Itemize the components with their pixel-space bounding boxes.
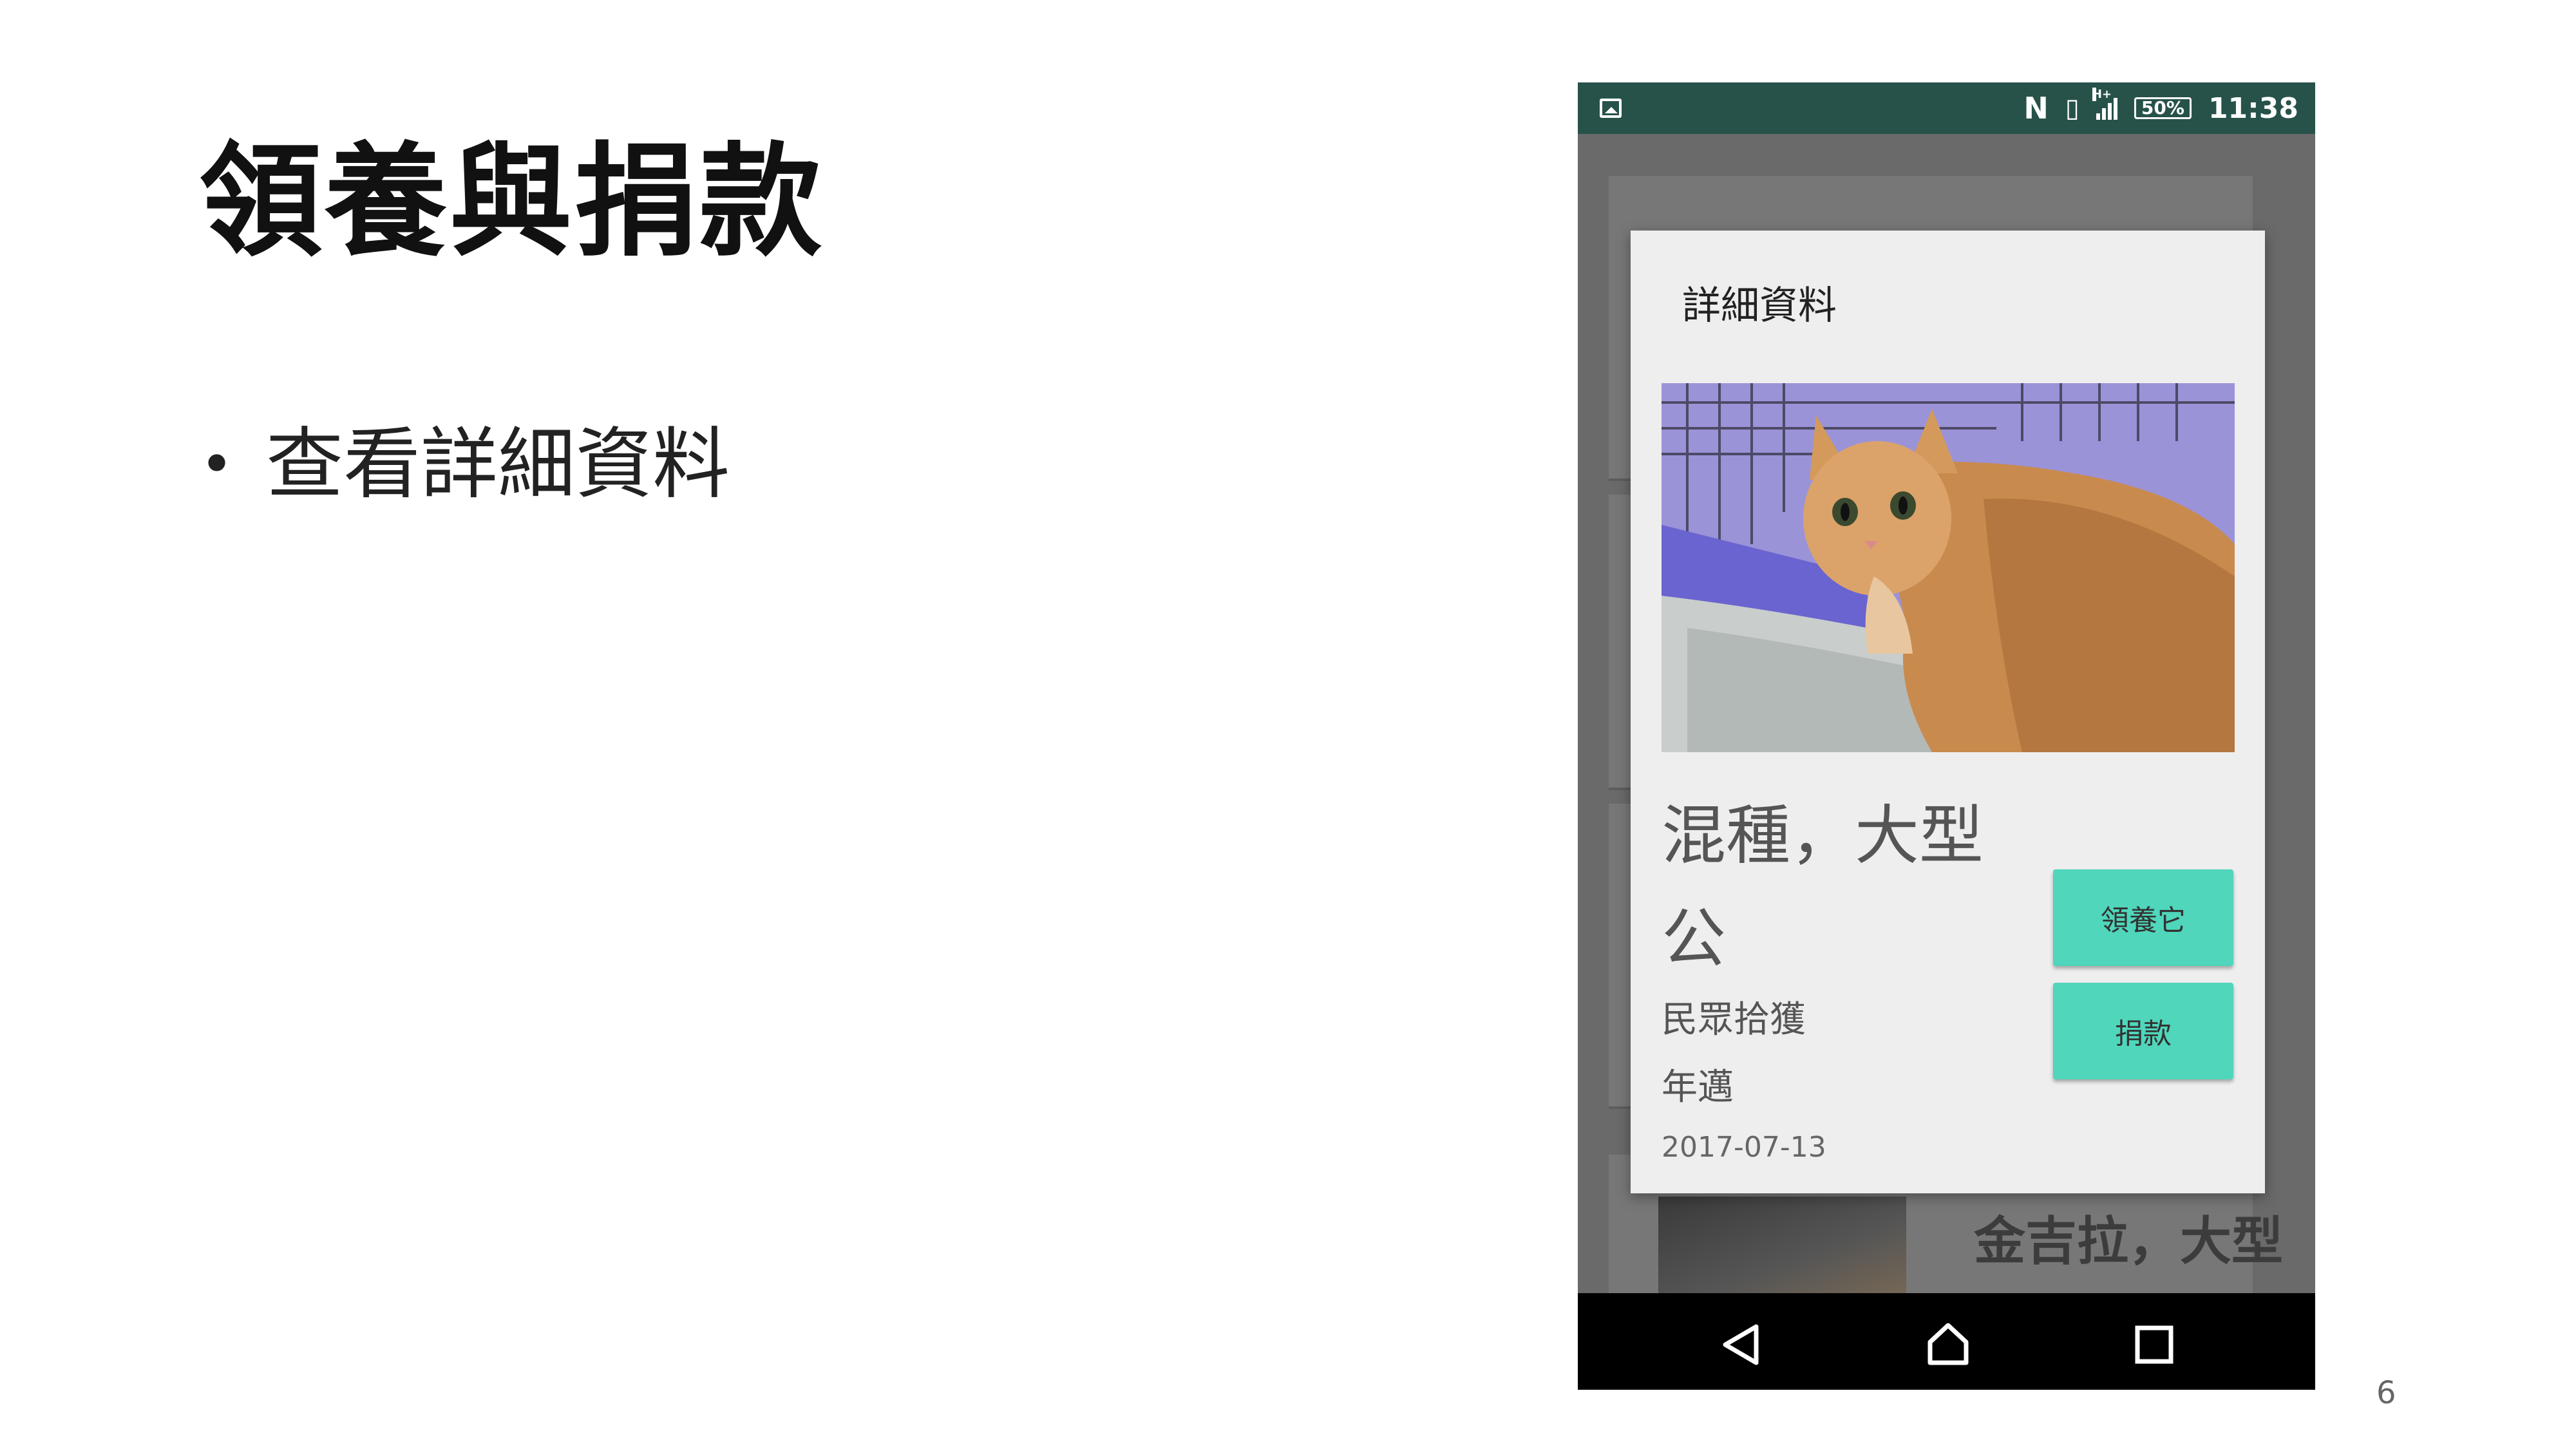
pet-name: 混種，大型 公 [1662,784,2048,990]
signal-icon: H+ [2092,88,2117,120]
bullet-item: • 查看詳細資料 [200,419,730,511]
dialog-title: 詳細資料 [1682,283,1837,328]
phone-screen: N ▯ H+ 50% 11:38 金吉拉，大型 詳細資料 混種，大型 公 領養它… [1578,82,2315,1390]
recent-apps-icon[interactable] [2128,1319,2180,1370]
pet-age: 年邁 [1662,1066,1734,1108]
status-bar: N ▯ H+ 50% 11:38 [1578,82,2315,134]
gallery-icon [1600,99,1622,118]
page-number: 6 [2376,1375,2396,1411]
network-type: H+ [2092,88,2112,101]
pet-photo [1662,383,2235,752]
bullet-text: 查看詳細資料 [266,420,730,509]
vibrate-icon: ▯ [2065,93,2079,123]
slide-title: 領養與捐款 [200,131,825,273]
home-icon[interactable] [1922,1319,1974,1370]
nfc-icon: N [2023,91,2049,126]
donate-button[interactable]: 捐款 [2053,983,2233,1079]
list-item-title: 金吉拉，大型 [1974,1211,2283,1271]
detail-dialog: 詳細資料 混種，大型 公 領養它 捐款 民眾拾獲 年邁 2017-07-13 [1631,231,2265,1193]
pet-gender: 公 [1662,901,1726,976]
pet-date: 2017-07-13 [1662,1131,1826,1164]
battery-icon: 50% [2134,97,2192,119]
adopt-button[interactable]: 領養它 [2053,869,2233,966]
clock: 11:38 [2208,91,2298,125]
bullet-dot: • [200,431,234,498]
pet-source: 民眾拾獲 [1662,999,1806,1041]
navigation-bar [1578,1293,2315,1390]
back-icon[interactable] [1716,1319,1768,1370]
pet-breed-size: 混種，大型 [1662,798,1984,873]
